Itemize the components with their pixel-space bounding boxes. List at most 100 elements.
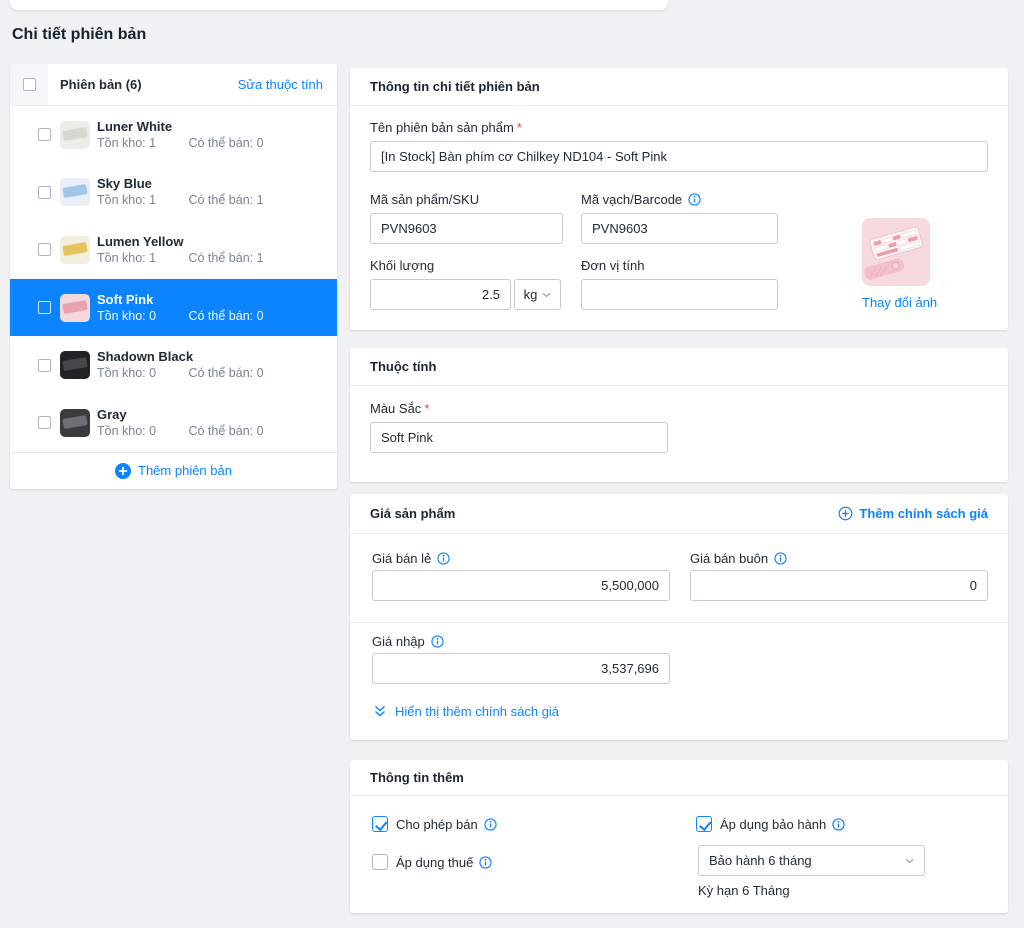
variant-checkbox[interactable] — [38, 358, 51, 372]
variant-sellable: Có thể bán: 0 — [188, 423, 264, 438]
unit-input[interactable] — [581, 279, 778, 310]
info-icon[interactable] — [437, 552, 450, 565]
wholesale-price-input[interactable] — [690, 570, 988, 601]
weight-input[interactable] — [370, 279, 511, 310]
plus-circle-icon — [115, 462, 132, 479]
retail-price-input[interactable] — [372, 570, 670, 601]
variant-stock: Tồn kho: 0 — [97, 308, 157, 323]
variant-details-card: Thông tin chi tiết phiên bản Tên phiên b… — [350, 68, 1008, 330]
required-mark: * — [424, 401, 430, 416]
variant-list-panel: Phiên bản (6) Sửa thuộc tính Luner White… — [10, 64, 337, 489]
info-icon[interactable] — [688, 193, 701, 206]
attributes-title: Thuộc tính — [350, 348, 1008, 386]
warranty-term-note: Kỳ hạn 6 Tháng — [698, 883, 790, 898]
variant-sellable: Có thể bán: 0 — [188, 366, 264, 381]
page-title: Chi tiết phiên bản — [12, 26, 147, 43]
pricing-header: Giá sản phẩm Thêm chính sách giá — [350, 494, 1008, 534]
required-mark: * — [516, 120, 522, 135]
divider — [350, 622, 1008, 623]
change-image-link[interactable]: Thay đổi ảnh — [862, 295, 937, 310]
variant-item-sky-blue[interactable]: Sky Blue Tồn kho: 1 Có thể bán: 1 — [10, 164, 337, 222]
product-image — [862, 218, 930, 286]
pricing-card: Giá sản phẩm Thêm chính sách giá Giá bán… — [350, 494, 1008, 740]
info-icon[interactable] — [832, 817, 845, 831]
warranty-label: Áp dụng bảo hành — [720, 816, 827, 832]
apply-tax-label: Áp dụng thuế — [396, 854, 474, 870]
variant-sellable: Có thể bán: 1 — [188, 193, 264, 208]
variant-item-gray[interactable]: Gray Tồn kho: 0 Có thể bán: 0 — [10, 394, 337, 452]
variant-name: Gray — [97, 406, 127, 422]
variant-thumbnail — [60, 293, 90, 322]
variant-name-input[interactable] — [370, 141, 988, 172]
extra-info-card: Thông tin thêm Cho phép bán Áp dụng bảo … — [350, 760, 1008, 913]
warranty-term-select[interactable]: Bảo hành 6 tháng — [698, 845, 925, 876]
warranty-checkbox[interactable] — [696, 816, 712, 832]
attributes-card: Thuộc tính Màu Sắc * — [350, 348, 1008, 482]
variant-checkbox[interactable] — [38, 301, 51, 315]
sku-label: Mã sản phẩm/SKU — [370, 192, 480, 207]
variant-thumbnail — [60, 235, 90, 264]
add-variant-button[interactable]: Thêm phiên bản — [10, 451, 337, 489]
pricing-title: Giá sản phẩm — [370, 506, 456, 521]
chevron-down-icon — [542, 292, 551, 297]
add-variant-label: Thêm phiên bản — [138, 463, 232, 479]
edit-attributes-link[interactable]: Sửa thuộc tính — [238, 77, 323, 92]
variant-item-lumen-yellow[interactable]: Lumen Yellow Tồn kho: 1 Có thể bán: 1 — [10, 221, 337, 279]
info-icon[interactable] — [479, 855, 492, 869]
variant-list-header: Phiên bản (6) Sửa thuộc tính — [10, 64, 337, 106]
variant-sellable: Có thể bán: 0 — [188, 308, 264, 323]
select-all-cell — [10, 64, 48, 105]
chevron-down-icon — [905, 858, 914, 863]
wholesale-price-label: Giá bán buôn — [690, 551, 787, 566]
previous-card-bottom-edge — [10, 0, 668, 10]
info-icon[interactable] — [431, 635, 444, 648]
weight-unit-select[interactable]: kg — [514, 279, 561, 310]
color-input[interactable] — [370, 422, 668, 453]
variant-list-title: Phiên bản (6) — [60, 77, 142, 92]
variant-stock: Tồn kho: 1 — [97, 135, 157, 150]
variant-name: Shadown Black — [97, 349, 194, 365]
import-price-label: Giá nhập — [372, 634, 444, 649]
variant-list: Luner White Tồn kho: 1 Có thể bán: 0 Sky… — [10, 106, 337, 452]
import-price-input[interactable] — [372, 653, 670, 684]
double-chevron-down-icon — [375, 705, 385, 717]
variant-name: Soft Pink — [97, 291, 154, 307]
variant-stock: Tồn kho: 0 — [97, 423, 157, 438]
variant-item-soft-pink[interactable]: Soft Pink Tồn kho: 0 Có thể bán: 0 — [10, 278, 337, 337]
apply-tax-checkbox[interactable] — [372, 854, 388, 870]
variant-item-luner-white[interactable]: Luner White Tồn kho: 1 Có thể bán: 0 — [10, 106, 337, 164]
variant-stock: Tồn kho: 1 — [97, 193, 157, 208]
barcode-label: Mã vạch/Barcode — [581, 192, 701, 207]
barcode-input[interactable] — [581, 213, 778, 244]
weight-label: Khối lượng — [370, 258, 435, 273]
warranty-term-value: Bảo hành 6 tháng — [709, 853, 812, 868]
variant-thumbnail — [60, 120, 90, 149]
variant-stock: Tồn kho: 0 — [97, 366, 157, 381]
variant-details-title: Thông tin chi tiết phiên bản — [350, 68, 1008, 106]
variant-thumbnail — [60, 408, 90, 437]
variant-checkbox[interactable] — [38, 185, 51, 199]
add-price-policy-link[interactable]: Thêm chính sách giá — [838, 506, 988, 521]
variant-checkbox[interactable] — [38, 128, 51, 142]
info-icon[interactable] — [774, 552, 787, 565]
allow-sale-option[interactable]: Cho phép bán — [372, 816, 497, 832]
weight-unit-value: kg — [523, 287, 538, 302]
plus-circle-outline-icon — [839, 506, 853, 521]
variant-checkbox[interactable] — [38, 243, 51, 257]
variant-checkbox[interactable] — [38, 416, 51, 430]
variant-thumbnail — [60, 351, 90, 380]
variant-thumbnail — [60, 178, 90, 207]
allow-sale-checkbox[interactable] — [372, 816, 388, 832]
variant-name: Sky Blue — [97, 176, 152, 192]
select-all-checkbox[interactable] — [22, 78, 36, 91]
apply-tax-option[interactable]: Áp dụng thuế — [372, 854, 492, 870]
show-more-policies-link[interactable]: Hiển thị thêm chính sách giá — [374, 704, 559, 719]
warranty-option[interactable]: Áp dụng bảo hành — [696, 816, 845, 832]
variant-stock: Tồn kho: 1 — [97, 250, 157, 265]
allow-sale-label: Cho phép bán — [396, 816, 478, 832]
info-icon[interactable] — [484, 817, 497, 831]
sku-input[interactable] — [370, 213, 563, 244]
variant-name: Lumen Yellow — [97, 233, 184, 249]
variant-item-shadown-black[interactable]: Shadown Black Tồn kho: 0 Có thể bán: 0 — [10, 336, 337, 394]
variant-name-label: Tên phiên bản sản phẩm * — [370, 120, 522, 135]
